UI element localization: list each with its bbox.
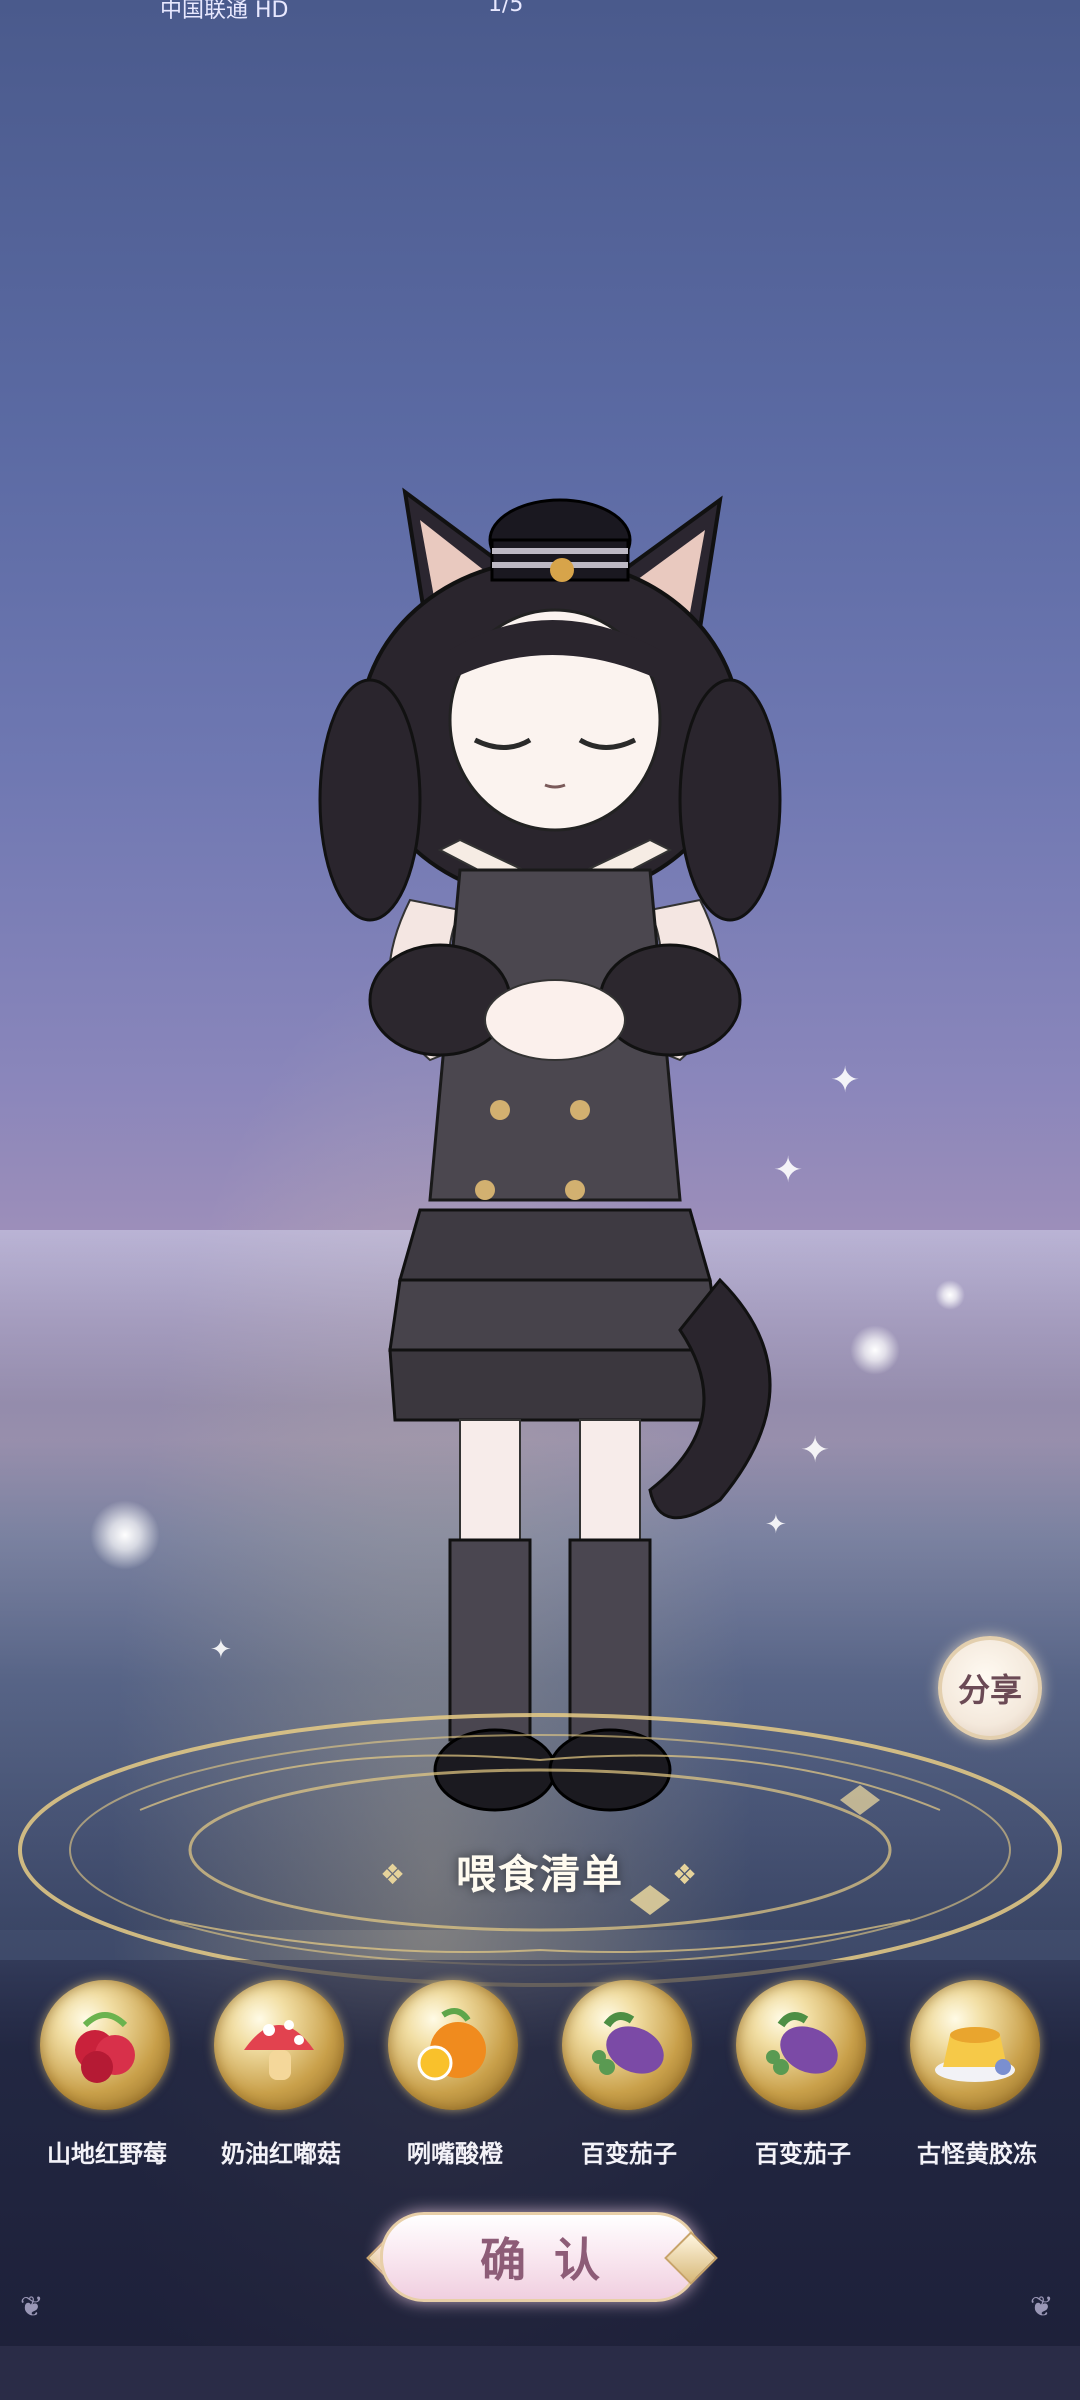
carrier-text: 中国联通 HD [160, 0, 289, 23]
title-right-ornament-icon: ❖ [672, 1858, 698, 1891]
food-bubble [562, 1980, 692, 2110]
feeding-list-title: 喂食清单 [456, 1852, 624, 1898]
bottom-bar [0, 2346, 1080, 2400]
food-item[interactable]: 百变茄子 [716, 1980, 890, 2180]
sparkle-icon: ✦ [210, 1635, 232, 1665]
food-item[interactable]: 山地红野莓 [20, 1980, 194, 2180]
light-orb [935, 1280, 965, 1310]
food-item[interactable]: 百变茄子 [542, 1980, 716, 2180]
food-name: 咧嘴酸橙 [407, 2140, 503, 2168]
eggplant-icon [592, 2012, 664, 2075]
light-orb [90, 1500, 160, 1570]
pudding-icon [935, 2027, 1015, 2082]
orange-icon [417, 2008, 486, 2081]
food-item[interactable]: 古怪黄胶冻 [890, 1980, 1064, 2180]
food-name: 百变茄子 [755, 2140, 851, 2168]
food-list: 山地红野莓 奶油红嘟菇 咧嘴酸橙 百变茄子 百变茄子 古怪黄胶冻 [20, 1980, 1060, 2180]
food-name: 古怪黄胶冻 [917, 2140, 1037, 2168]
sparkle-icon: ✦ [830, 1060, 861, 1101]
sparkle-icon: ✦ [800, 1430, 831, 1471]
confirm-button[interactable]: 确认 [380, 2212, 700, 2302]
food-bubble [40, 1980, 170, 2110]
corner-right-ornament-icon: ❦ [1030, 2290, 1054, 2323]
cat-girl-character[interactable] [300, 480, 800, 1860]
food-bubble [910, 1980, 1040, 2110]
eggplant-icon [766, 2012, 838, 2075]
status-center-text: 1/5 [488, 0, 524, 17]
food-item[interactable]: 奶油红嘟菇 [194, 1980, 368, 2180]
status-bar: 中国联通 HD 1/5 [0, 0, 1080, 23]
food-bubble [214, 1980, 344, 2110]
food-bubble [388, 1980, 518, 2110]
food-item[interactable]: 咧嘴酸橙 [368, 1980, 542, 2180]
mushroom-icon [244, 2020, 314, 2080]
food-name: 山地红野莓 [47, 2140, 167, 2168]
raspberry-icon [75, 2012, 135, 2083]
food-bubble [736, 1980, 866, 2110]
food-name: 奶油红嘟菇 [221, 2140, 341, 2168]
light-orb [850, 1325, 900, 1375]
food-name: 百变茄子 [581, 2140, 677, 2168]
corner-left-ornament-icon: ❦ [20, 2290, 44, 2323]
